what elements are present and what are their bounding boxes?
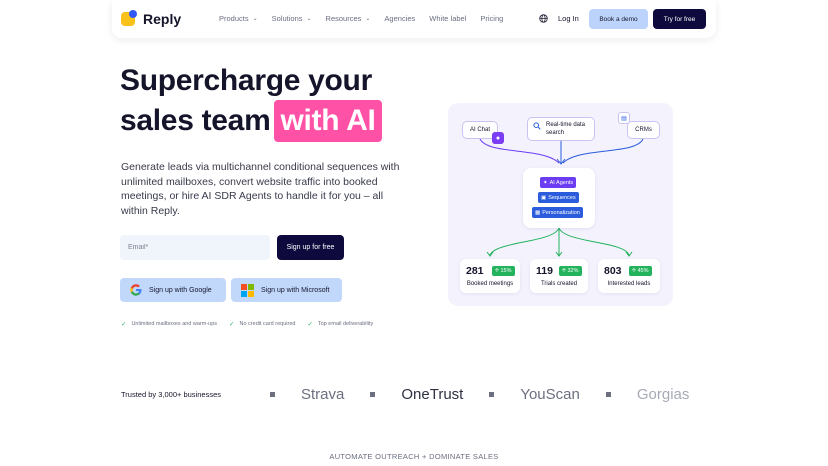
book-demo-button[interactable]: Book a demo [589,9,648,29]
login-link[interactable]: Log In [558,14,579,23]
stat-value: 119 [536,265,553,277]
arrow-up-icon: 🡩 [632,267,636,274]
tag-label: AI Agents [549,179,574,186]
stat-label: Trials created [540,281,578,287]
feature-check-item: ✓ Top email deliverability [307,320,373,328]
feature-check-label: No credit card required [239,321,296,327]
hero-illustration: AI Chat ● Real-time data search CRMs ▤ ✦… [448,103,673,306]
nav-item-label: Pricing [480,14,504,23]
hero-title-line2: sales team [120,104,271,137]
hero-subtitle: Generate leads via multichannel conditio… [121,161,400,217]
microsoft-signup-label: Sign up with Microsoft [261,286,330,294]
stat-value: 281 [466,265,484,277]
database-icon: ▤ [618,112,630,124]
stat-change: 15% [500,268,512,274]
logo-gorgias: Gorgias [636,385,690,403]
check-icon: ✓ [229,321,235,328]
microsoft-icon [241,283,254,297]
email-input[interactable] [120,235,270,260]
reply-engine-box: ✦ AI Agents ▣ Sequences ▩ Personalization [523,168,595,228]
google-icon [130,284,142,296]
separator-icon [605,391,611,397]
sparkle-icon: ✦ [543,179,548,186]
signup-button[interactable]: Sign up for free [277,235,344,260]
person-icon: ▩ [535,209,541,216]
chevron-down-icon: ⌄ [306,16,312,22]
microsoft-signup-button[interactable]: Sign up with Microsoft [231,278,342,302]
tag-ai-agents: ✦ AI Agents [540,177,577,188]
logo-strava: Strava [301,385,345,403]
tag-personalization: ▩ Personalization [532,207,583,218]
source-label: AI Chat [469,127,490,133]
nav-item-label: Resources [325,14,362,23]
reply-logo-icon [121,10,138,27]
nav-item-label: Products [219,14,249,23]
feature-check-label: Unlimited mailboxes and warm-ups [131,321,218,327]
chevron-down-icon: ⌄ [252,16,258,22]
arrow-up-icon: 🡩 [495,267,499,274]
stat-label: Interested leads [607,281,651,287]
check-icon: ✓ [307,321,313,328]
nav-links: Products ⌄ Solutions ⌄ Resources ⌄ Agencies… [219,14,517,23]
tag-sequences: ▣ Sequences [538,192,579,203]
google-signup-label: Sign up with Google [149,286,212,294]
search-icon [533,122,541,130]
hero-title-highlight: with AI [274,100,382,142]
stat-interested-leads: 803 🡩 45% Interested leads [598,259,660,293]
globe-icon[interactable] [539,14,548,23]
tag-label: Sequences [548,194,576,201]
source-label: Real-time data search [546,122,586,136]
try-free-button[interactable]: Try for free [653,9,706,29]
nav-item-pricing[interactable]: Pricing [480,14,503,23]
nav-item-label: White label [429,14,467,23]
feature-check-item: ✓ Unlimited mailboxes and warm-ups [121,320,217,328]
tag-label: Personalization [542,209,580,216]
chevron-down-icon: ⌄ [365,16,371,22]
source-label: CRMs [635,127,652,133]
nav-item-white-label[interactable]: White label [429,14,466,23]
stat-change-badge: 🡩 32% [559,266,582,276]
source-crms: CRMs [627,121,660,139]
stat-value: 803 [604,265,622,277]
nav-item-resources[interactable]: Resources ⌄ [326,14,371,23]
logo-youscan: YouScan [520,385,580,403]
stat-label: Booked meetings [466,281,514,287]
stat-change-badge: 🡩 45% [629,266,652,276]
customer-logos: Strava OneTrust YouScan Gorgias [270,383,702,405]
section-eyebrow: AUTOMATE OUTREACH + DOMINATE SALES [329,452,499,461]
top-navigation: Reply Products ⌄ Solutions ⌄ Resources ⌄ Ag… [112,0,716,38]
brand-logo[interactable]: Reply [121,10,181,27]
brand-name: Reply [143,10,182,27]
separator-icon [370,391,376,397]
nav-item-label: Solutions [271,14,303,23]
stat-booked-meetings: 281 🡩 15% Booked meetings [460,259,520,293]
check-icon: ✓ [121,321,127,328]
stat-change: 45% [637,268,649,274]
logo-onetrust: OneTrust [401,385,464,403]
hero-title: Supercharge your sales team with AI [120,62,382,142]
stat-trials-created: 119 🡩 32% Trials created [530,259,588,293]
nav-item-label: Agencies [384,14,416,23]
trusted-by-label: Trusted by 3,000+ businesses [121,390,221,399]
arrow-up-icon: 🡩 [562,267,566,274]
separator-icon [270,391,275,397]
google-signup-button[interactable]: Sign up with Google [120,278,226,302]
nav-item-solutions[interactable]: Solutions ⌄ [272,14,312,23]
stat-change-badge: 🡩 15% [492,266,515,276]
feature-check-label: Top email deliverability [317,321,374,327]
feature-checks: ✓ Unlimited mailboxes and warm-ups ✓ No cr… [121,320,385,328]
lock-icon: ▣ [541,194,547,201]
separator-icon [489,391,495,397]
nav-item-agencies[interactable]: Agencies [384,14,415,23]
nav-item-products[interactable]: Products ⌄ [219,14,258,23]
feature-check-item: ✓ No credit card required [229,320,295,328]
hero-title-line1: Supercharge your [120,64,372,97]
chat-icon: ● [492,132,504,144]
stat-change: 32% [567,268,579,274]
